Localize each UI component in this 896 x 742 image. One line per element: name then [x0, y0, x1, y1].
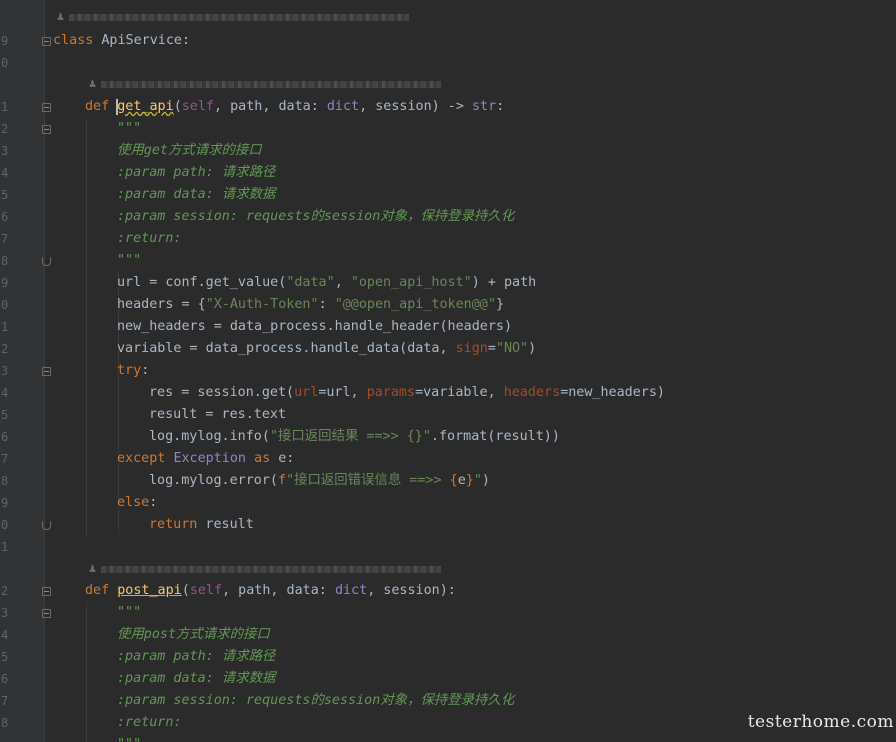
line-number: 6: [1, 430, 9, 444]
code-line[interactable]: log.mylog.error(f"接口返回错误信息 ==>> {e}"): [149, 470, 490, 492]
line-number: 3: [1, 606, 9, 620]
indent-guide: [86, 602, 87, 742]
code-line[interactable]: res = session.get(url=url, params=variab…: [149, 382, 665, 404]
blurred-author: [100, 80, 441, 88]
fold-marker[interactable]: [42, 257, 51, 266]
blame-annotation[interactable]: ♟: [56, 11, 409, 25]
function-name: get_api: [117, 99, 174, 114]
fold-marker[interactable]: [42, 587, 51, 596]
line-number: 0: [1, 298, 9, 312]
docstring-line[interactable]: 使用get方式请求的接口: [117, 140, 262, 162]
line-number: 4: [1, 166, 9, 180]
line-number: 2: [1, 122, 9, 136]
docstring-line[interactable]: """: [117, 734, 141, 742]
line-number: 3: [1, 364, 9, 378]
docstring-line[interactable]: :param path: 请求路径: [117, 646, 275, 668]
line-number: 1: [1, 100, 9, 114]
line-number: 8: [1, 254, 9, 268]
text-caret: [116, 99, 118, 115]
code-line[interactable]: log.mylog.info("接口返回结果 ==>> {}".format(r…: [149, 426, 560, 448]
line-number: 3: [1, 144, 9, 158]
blame-annotation[interactable]: ♟: [88, 563, 441, 577]
docstring-line[interactable]: """: [117, 602, 141, 624]
code-line[interactable]: def post_api(self, path, data: dict, ses…: [85, 580, 456, 602]
indent-guide: [86, 118, 87, 538]
fold-marker[interactable]: [42, 609, 51, 618]
line-number: 8: [1, 716, 9, 730]
line-number: 2: [1, 584, 9, 598]
line-number: 0: [1, 518, 9, 532]
docstring-line[interactable]: """: [117, 118, 141, 140]
docstring-line[interactable]: :param data: 请求数据: [117, 668, 275, 690]
line-number: 6: [1, 210, 9, 224]
line-number: 4: [1, 386, 9, 400]
fold-marker[interactable]: [42, 37, 51, 46]
code-line[interactable]: result = res.text: [149, 404, 286, 426]
code-line[interactable]: return result: [149, 514, 254, 536]
code-line[interactable]: def get_api(self, path, data: dict, sess…: [85, 96, 504, 118]
person-icon: ♟: [56, 12, 65, 23]
blurred-author: [100, 565, 441, 573]
line-number: 0: [1, 56, 9, 70]
line-number: 7: [1, 232, 9, 246]
line-number: 9: [1, 496, 9, 510]
docstring-line[interactable]: :param session: requests的session对象，保持登录持…: [117, 206, 514, 228]
docstring-line[interactable]: :param data: 请求数据: [117, 184, 275, 206]
line-number: 4: [1, 628, 9, 642]
code-line[interactable]: class ApiService:: [53, 30, 190, 52]
code-line[interactable]: else:: [117, 492, 157, 514]
line-number: 7: [1, 452, 9, 466]
person-icon: ♟: [88, 79, 97, 90]
line-number: 5: [1, 188, 9, 202]
function-name: post_api: [117, 583, 182, 598]
docstring-line[interactable]: """: [117, 250, 141, 272]
fold-marker[interactable]: [42, 125, 51, 134]
fold-marker[interactable]: [42, 367, 51, 376]
line-number: 1: [1, 320, 9, 334]
person-icon: ♟: [88, 564, 97, 575]
line-number: 5: [1, 408, 9, 422]
line-number: 6: [1, 672, 9, 686]
blame-annotation[interactable]: ♟: [88, 78, 441, 92]
docstring-line[interactable]: :param path: 请求路径: [117, 162, 275, 184]
watermark: testerhome.com: [747, 712, 894, 732]
line-number: 5: [1, 650, 9, 664]
keyword: class: [53, 33, 94, 48]
docstring-line[interactable]: :return:: [117, 228, 182, 250]
keyword: def: [85, 99, 110, 114]
code-line[interactable]: headers = {"X-Auth-Token": "@@open_api_t…: [117, 294, 504, 316]
code-line[interactable]: try:: [117, 360, 149, 382]
line-number: [0, 74, 12, 96]
docstring-line[interactable]: :param session: requests的session对象，保持登录持…: [117, 690, 514, 712]
fold-marker[interactable]: [42, 103, 51, 112]
line-number: [0, 558, 12, 580]
line-number: 8: [1, 474, 9, 488]
code-line[interactable]: new_headers = data_process.handle_header…: [117, 316, 512, 338]
blurred-author: [68, 13, 409, 21]
line-number: 9: [1, 276, 9, 290]
code-line[interactable]: except Exception as e:: [117, 448, 294, 470]
line-number: 7: [1, 694, 9, 708]
class-name: ApiService:: [101, 33, 191, 48]
line-number: 1: [1, 540, 9, 554]
line-number: 9: [1, 34, 9, 48]
keyword: def: [85, 583, 110, 598]
line-number: 2: [1, 342, 9, 356]
code-line[interactable]: variable = data_process.handle_data(data…: [117, 338, 536, 360]
fold-marker[interactable]: [42, 521, 51, 530]
docstring-line[interactable]: :return:: [117, 712, 182, 734]
code-line[interactable]: url = conf.get_value("data", "open_api_h…: [117, 272, 536, 294]
docstring-line[interactable]: 使用post方式请求的接口: [117, 624, 270, 646]
